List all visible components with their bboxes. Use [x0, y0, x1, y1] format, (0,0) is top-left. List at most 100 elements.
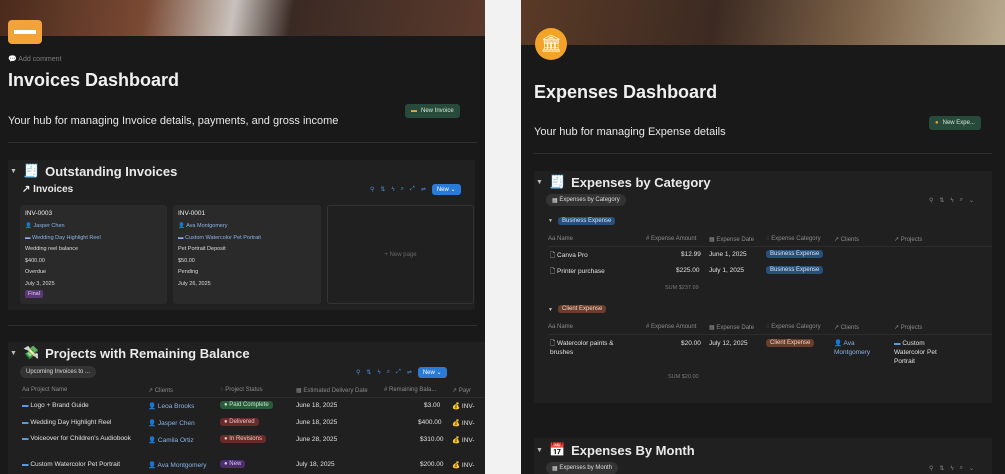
- card-project[interactable]: ▬ Custom Watercolor Pet Portrait: [178, 235, 261, 241]
- client-cell[interactable]: 👤 Jasper Chen: [148, 419, 195, 427]
- new-page-card[interactable]: + New page: [327, 205, 474, 304]
- more-icon[interactable]: ⌄: [969, 465, 974, 472]
- filter-icon[interactable]: ⚲: [356, 369, 360, 376]
- expense-date: July 12, 2025: [709, 340, 748, 347]
- project-name-cell[interactable]: ▬ Voiceover for Children's Audiobook: [22, 435, 132, 443]
- group-toggle-icon[interactable]: ▼: [548, 218, 553, 224]
- add-comment-link[interactable]: 💬 Add comment: [8, 55, 61, 63]
- column-header[interactable]: ▦ Expense Date: [709, 324, 754, 331]
- new-invoice-button[interactable]: ▬ New Invoice: [405, 104, 460, 118]
- project-name: Custom Watercolor Pet Portrait: [185, 235, 261, 241]
- sort-icon[interactable]: ⇅: [380, 186, 385, 193]
- view-tab-expenses-by-month[interactable]: ▦ Expenses by Month: [546, 462, 619, 474]
- lightning-icon[interactable]: ϟ: [950, 466, 953, 472]
- lightning-icon[interactable]: ϟ: [391, 187, 394, 193]
- filter-icon[interactable]: ⚲: [929, 197, 933, 204]
- row-divider: [20, 397, 485, 398]
- expense-date: July 1, 2025: [709, 267, 745, 274]
- group-toggle-icon[interactable]: ▼: [548, 307, 553, 313]
- bank-page-icon[interactable]: 🏛: [535, 28, 567, 60]
- project-name-cell[interactable]: ▬ Wedding Day Highlight Reel: [22, 419, 112, 426]
- outstanding-invoices-toggle[interactable]: ▼ 🧾 Outstanding Invoices: [10, 163, 177, 179]
- row-divider: [548, 246, 992, 247]
- column-header[interactable]: ↗ Payr: [452, 387, 471, 394]
- column-header[interactable]: ↗ Clients: [834, 324, 859, 331]
- column-header[interactable]: Aa Name: [548, 324, 573, 330]
- payment-cell[interactable]: 💰 INV-: [452, 419, 475, 427]
- expenses-by-category-toggle[interactable]: ▼ 🧾 Expenses by Category: [536, 174, 711, 190]
- invoice-card[interactable]: INV-0001 👤 Ava Montgomery ▬ Custom Water…: [173, 205, 321, 304]
- new-record-button[interactable]: New ⌄: [431, 184, 461, 195]
- project-name-cell[interactable]: ▬ Logo + Brand Guide: [22, 402, 89, 409]
- invoices-db-link[interactable]: ↗ Invoices: [22, 184, 73, 195]
- filter-icon[interactable]: ⚲: [370, 186, 374, 193]
- settings-icon[interactable]: ⇌: [407, 369, 412, 376]
- column-header[interactable]: ▦ Estimated Delivery Date: [296, 387, 368, 394]
- payment-cell[interactable]: 💰 INV-: [452, 461, 475, 469]
- expand-icon[interactable]: ⤢: [396, 369, 401, 376]
- sort-icon[interactable]: ⇅: [939, 465, 944, 472]
- filter-icon[interactable]: ⚲: [929, 465, 933, 472]
- column-header[interactable]: ◌ Expense Category: [766, 236, 821, 242]
- status-badge: ● In Revisions: [220, 435, 266, 443]
- status-badge: ● Paid Complete: [220, 401, 273, 409]
- column-header-label: Projects: [900, 325, 923, 331]
- lightning-icon[interactable]: ϟ: [950, 198, 953, 204]
- invoice-card[interactable]: INV-0003 👤 Jasper Chen ▬ Wedding Day Hig…: [20, 205, 167, 304]
- view-tab-upcoming-invoices[interactable]: Upcoming Invoices to ...: [20, 366, 97, 378]
- group-label: Business Expense: [558, 217, 616, 225]
- more-icon[interactable]: ⌄: [969, 197, 974, 204]
- projects-remaining-toggle[interactable]: ▼ 💸 Projects with Remaining Balance: [10, 345, 250, 361]
- column-header[interactable]: ▦ Expense Date: [709, 236, 754, 243]
- column-header[interactable]: ↗ Projects: [894, 236, 922, 243]
- new-expense-button[interactable]: ● New Expe...: [929, 116, 981, 130]
- settings-icon[interactable]: ⇌: [421, 186, 426, 193]
- card-project[interactable]: ▬ Wedding Day Highlight Reel: [25, 235, 101, 241]
- search-icon[interactable]: ⌕: [960, 197, 963, 204]
- expense-name-cell[interactable]: 🗋 Canva Pro: [550, 251, 588, 262]
- project-name-cell[interactable]: ▬ Custom Watercolor Pet Portrait: [22, 461, 120, 468]
- client-cell[interactable]: 👤 Leoa Brooks: [148, 402, 194, 410]
- search-icon[interactable]: ⌕: [387, 369, 390, 376]
- column-header[interactable]: # Remaining Bala...: [384, 387, 436, 393]
- expand-icon[interactable]: ⤢: [410, 186, 415, 193]
- divider: [8, 142, 477, 143]
- client-cell[interactable]: 👤 Ava Montgomery: [834, 339, 882, 357]
- column-header[interactable]: ◌ Project Status: [220, 387, 263, 393]
- payment-cell[interactable]: 💰 INV-: [452, 436, 475, 444]
- expense-name-cell[interactable]: 🗋 Watercolor paints & brushes: [550, 339, 630, 357]
- expenses-by-month-toggle[interactable]: ▼ 📅 Expenses By Month: [536, 442, 695, 458]
- card-client[interactable]: 👤 Jasper Chen: [25, 223, 65, 229]
- expense-name: Printer purchase: [557, 268, 605, 275]
- column-header[interactable]: ↗ Projects: [894, 324, 922, 331]
- payment-cell[interactable]: 💰 INV-: [452, 402, 475, 410]
- coin-icon: ●: [935, 120, 939, 126]
- column-header[interactable]: ◌ Expense Category: [766, 324, 821, 330]
- column-header[interactable]: ↗ Clients: [834, 236, 859, 243]
- sort-icon[interactable]: ⇅: [366, 369, 371, 376]
- invoice-page-icon[interactable]: [8, 20, 42, 44]
- lightning-icon[interactable]: ϟ: [377, 370, 380, 376]
- column-header[interactable]: Aa Name: [548, 236, 573, 242]
- new-record-button[interactable]: New ⌄: [417, 367, 447, 378]
- client-cell[interactable]: 👤 Ava Montgomery: [148, 461, 207, 469]
- view-tab-expenses-by-category[interactable]: ▦ Expenses by Category: [546, 194, 626, 206]
- search-icon[interactable]: ⌕: [960, 465, 963, 472]
- column-header[interactable]: # Expense Amount: [646, 324, 696, 330]
- section-title: Outstanding Invoices: [45, 163, 178, 179]
- calendar-icon: 📅: [548, 442, 566, 457]
- search-icon[interactable]: ⌕: [401, 186, 404, 193]
- project-cell[interactable]: ▬ Custom Watercolor Pet Portrait: [894, 339, 954, 366]
- divider: [534, 153, 992, 154]
- column-header[interactable]: Aa Project Name: [22, 387, 67, 393]
- expense-name-cell[interactable]: 🗋 Printer purchase: [550, 267, 605, 278]
- client-cell[interactable]: 👤 Camila Ortiz: [148, 436, 194, 444]
- status-label: In Revisions: [229, 436, 262, 442]
- remaining-balance: $400.00: [418, 419, 442, 426]
- expenses-toolbar: ⚲ ⇅ ϟ ⌕ ⌄: [929, 197, 974, 204]
- column-header[interactable]: ↗ Clients: [148, 387, 173, 394]
- expenses-dashboard-page: 🏛 Expenses Dashboard Your hub for managi…: [521, 0, 1005, 474]
- column-header[interactable]: # Expense Amount: [646, 236, 696, 242]
- card-client[interactable]: 👤 Ava Montgomery: [178, 223, 228, 229]
- sort-icon[interactable]: ⇅: [939, 197, 944, 204]
